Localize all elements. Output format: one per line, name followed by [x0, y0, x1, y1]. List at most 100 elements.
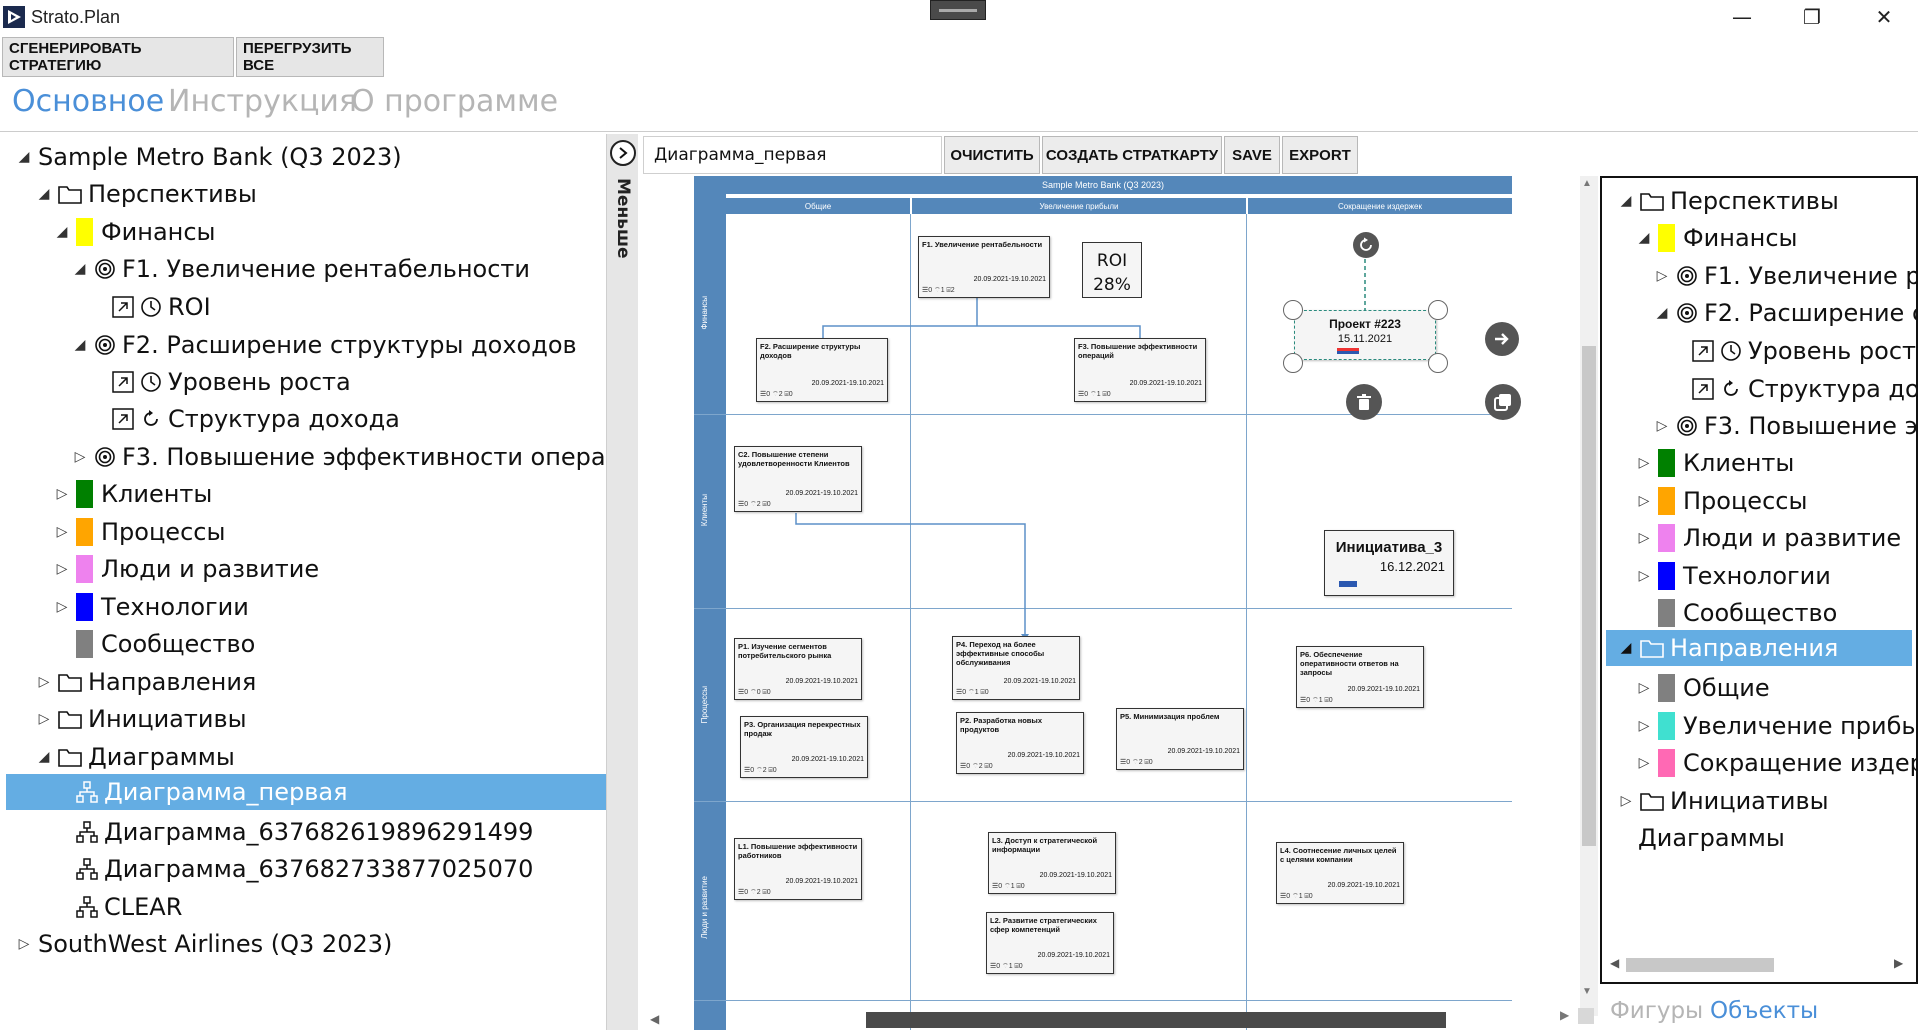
tree-item-diagrams[interactable]: ◢ Диаграммы [34, 739, 235, 775]
tree-item-root2[interactable]: ▷ SouthWest Airlines (Q3 2023) [14, 926, 393, 962]
card-f2[interactable]: F2. Расширение структуры доходов 20.09.20… [756, 338, 888, 402]
scroll-right-icon[interactable]: ▶ [1894, 956, 1903, 970]
collapsed-arrow-icon[interactable]: ▷ [34, 672, 54, 692]
tree-item-perspectives[interactable]: ◢ Перспективы [34, 176, 257, 212]
resize-handle[interactable] [1428, 353, 1448, 373]
reload-all-button[interactable]: ПЕРЕГРУЗИТЬ ВСЕ [236, 37, 384, 77]
tree-item-tech[interactable]: ▷ Технологии [52, 589, 249, 625]
tree-item-root[interactable]: ◢ Sample Metro Bank (Q3 2023) [14, 139, 402, 175]
tree-item-diagrams[interactable]: Диаграммы [1638, 820, 1785, 856]
tree-item-roi[interactable]: ROI [112, 289, 211, 325]
trash-icon[interactable] [1346, 384, 1382, 420]
tree-item-processes[interactable]: ▷ Процессы [52, 514, 225, 550]
card-p6[interactable]: P6. Обеспечение оперативности ответов на… [1296, 646, 1424, 708]
resize-handle[interactable] [1283, 353, 1303, 373]
maximize-button[interactable]: ❐ [1790, 4, 1834, 30]
tree-item-growth[interactable]: Уровень роста [1692, 333, 1916, 369]
collapsed-arrow-icon[interactable]: ▷ [1634, 678, 1654, 698]
expanded-arrow-icon[interactable]: ◢ [1616, 191, 1636, 211]
export-button[interactable]: EXPORT [1282, 136, 1358, 174]
card-l4[interactable]: L4. Соотнесение личных целей с целями ко… [1276, 842, 1404, 904]
tree-item-f3[interactable]: ▷ F3. Повышение эффективности операций [70, 439, 606, 475]
tree-item-f2[interactable]: ◢ F2. Расширение структуры доходов [1652, 295, 1916, 331]
copy-icon[interactable] [1485, 384, 1521, 420]
collapsed-arrow-icon[interactable]: ▷ [1652, 416, 1672, 436]
drag-handle[interactable] [930, 0, 986, 20]
tab-objects[interactable]: Объекты [1710, 998, 1818, 1024]
card-l2[interactable]: L2. Развитие стратегических сфер компете… [986, 912, 1114, 974]
collapsed-arrow-icon[interactable]: ▷ [1634, 716, 1654, 736]
collapsed-arrow-icon[interactable]: ▷ [52, 484, 72, 504]
card-f1[interactable]: F1. Увеличение рентабельности 20.09.2021-… [918, 236, 1050, 298]
collapse-label[interactable]: Меньше [613, 178, 633, 259]
tree-item-growth[interactable]: Уровень роста [112, 364, 351, 400]
scroll-up-icon[interactable]: ▲ [1582, 178, 1592, 189]
close-button[interactable]: ✕ [1862, 4, 1906, 30]
card-p4[interactable]: P4. Переход на более эффективные способы… [952, 636, 1080, 700]
tree-item-f2[interactable]: ◢ F2. Расширение структуры доходов [70, 327, 577, 363]
tree-item-f3[interactable]: ▷ F3. Повышение эффективности операций [1652, 408, 1916, 444]
collapsed-arrow-icon[interactable]: ▷ [70, 447, 90, 467]
scroll-left-icon[interactable]: ◀ [650, 1012, 660, 1026]
tree-item-cost[interactable]: ▷ Сокращение издержек [1634, 745, 1916, 781]
collapsed-arrow-icon[interactable]: ▷ [1634, 491, 1654, 511]
tree-item-initiatives[interactable]: ▷ Инициативы [1616, 783, 1829, 819]
tab-about[interactable]: О программе [351, 84, 558, 119]
tree-item-profit[interactable]: ▷ Увеличение прибыли [1634, 708, 1916, 744]
rotate-icon[interactable] [1353, 232, 1379, 258]
scroll-left-icon[interactable]: ◀ [1610, 956, 1619, 970]
tree-item-directions[interactable]: ▷ Направления [34, 664, 257, 700]
collapsed-arrow-icon[interactable]: ▷ [52, 522, 72, 542]
clear-button[interactable]: ОЧИСТИТЬ [944, 136, 1040, 174]
tree-hscroll-thumb[interactable] [1626, 958, 1774, 972]
canvas-vscroll[interactable]: ▲ ▼ [1580, 176, 1598, 1016]
card-p2[interactable]: P2. Разработка новых продуктов 20.09.2021… [956, 712, 1084, 774]
collapsed-arrow-icon[interactable]: ▷ [52, 597, 72, 617]
canvas-hscroll-thumb[interactable] [866, 1012, 1446, 1028]
card-initiative-3[interactable]: Инициатива_3 16.12.2021 [1324, 530, 1454, 596]
tree-item-f1[interactable]: ◢ F1. Увеличение рентабельности [70, 251, 530, 287]
expanded-arrow-icon[interactable]: ◢ [1652, 303, 1672, 323]
tree-item-initiatives[interactable]: ▷ Инициативы [34, 701, 247, 737]
card-f3[interactable]: F3. Повышение эффективности операций 20.0… [1074, 338, 1206, 402]
tree-item-income[interactable]: Структура дохода [112, 401, 400, 437]
collapsed-arrow-icon[interactable]: ▷ [1616, 791, 1636, 811]
tree-item-community[interactable]: Сообщество [1658, 595, 1837, 631]
expanded-arrow-icon[interactable]: ◢ [70, 259, 90, 279]
expanded-arrow-icon[interactable]: ◢ [34, 184, 54, 204]
collapsed-arrow-icon[interactable]: ▷ [1652, 266, 1672, 286]
expanded-arrow-icon[interactable]: ◢ [1616, 638, 1636, 658]
expanded-arrow-icon[interactable]: ◢ [70, 335, 90, 355]
collapsed-arrow-icon[interactable]: ▷ [1634, 753, 1654, 773]
resize-handle[interactable] [1428, 300, 1448, 320]
expanded-arrow-icon[interactable]: ◢ [34, 747, 54, 767]
scroll-down-icon[interactable]: ▼ [1582, 986, 1592, 997]
collapsed-arrow-icon[interactable]: ▷ [34, 709, 54, 729]
tree-item-diagram-first[interactable]: Диаграмма_первая [6, 774, 606, 810]
expanded-arrow-icon[interactable]: ◢ [14, 147, 34, 167]
card-p1[interactable]: P1. Изучение сегментов потребительского … [734, 638, 862, 700]
tree-item-tech[interactable]: ▷ Технологии [1634, 558, 1831, 594]
tree-item-diagram-3[interactable]: Диаграмма_637682733877025070 [76, 851, 533, 887]
card-p5[interactable]: P5. Минимизация проблем 20.09.2021-19.10.… [1116, 708, 1244, 770]
card-project-223[interactable]: Проект #223 15.11.2021 [1294, 310, 1436, 360]
diagram-canvas[interactable]: Sample Metro Bank (Q3 2023) Общие Увелич… [694, 176, 1521, 1030]
tree-item-directions[interactable]: ◢ Направления [1606, 630, 1912, 666]
collapsed-arrow-icon[interactable]: ▷ [1634, 566, 1654, 586]
tab-instructions[interactable]: Инструкция [168, 84, 357, 119]
collapsed-arrow-icon[interactable]: ▷ [1634, 528, 1654, 548]
tree-item-community[interactable]: Сообщество [76, 626, 255, 662]
card-l3[interactable]: L3. Доступ к стратегической информации 20… [988, 832, 1116, 894]
arrow-right-icon[interactable] [1485, 322, 1519, 356]
roi-indicator[interactable]: ROI 28% [1082, 242, 1142, 298]
tree-item-finance[interactable]: ◢ Финансы [52, 214, 216, 250]
tree-item-people[interactable]: ▷ Люди и развитие [52, 551, 319, 587]
expanded-arrow-icon[interactable]: ◢ [1634, 228, 1654, 248]
tree-item-clients[interactable]: ▷ Клиенты [52, 476, 212, 512]
resize-handle[interactable] [1283, 300, 1303, 320]
tab-main[interactable]: Основное [12, 84, 164, 119]
collapsed-arrow-icon[interactable]: ▷ [1634, 453, 1654, 473]
tab-shapes[interactable]: Фигуры [1610, 998, 1703, 1024]
canvas-vscroll-thumb[interactable] [1582, 346, 1596, 846]
generate-strategy-button[interactable]: СГЕНЕРИРОВАТЬ СТРАТЕГИЮ [2, 37, 234, 77]
